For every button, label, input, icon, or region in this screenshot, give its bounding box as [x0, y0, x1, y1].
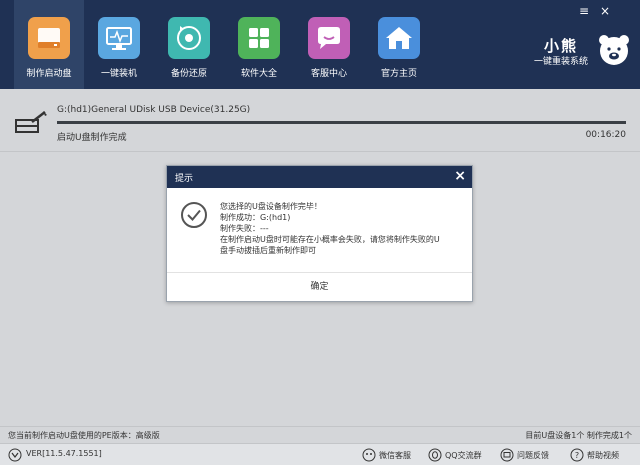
success-check-icon: [181, 202, 207, 228]
brand-title: 小熊: [543, 37, 578, 55]
nav-label: 官方主页: [380, 69, 417, 79]
dialog-title: 提示: [175, 174, 194, 184]
dialog-close-icon[interactable]: ×: [454, 168, 466, 185]
device-count-info: 目前U盘设备1个 制作完成1个: [525, 431, 632, 440]
dialog-line: 盘手动拔插后重新制作即可: [220, 246, 316, 255]
dialog-line: 您选择的U盘设备制作完毕！: [220, 202, 322, 211]
nav-item-one-click-install[interactable]: 一键装机: [84, 0, 154, 89]
chat-icon: [308, 17, 350, 59]
apps-grid-icon: [238, 17, 280, 59]
elapsed-time: 00:16:20: [585, 130, 626, 140]
progress-bar: [57, 121, 626, 124]
nav-label: 软件大全: [240, 69, 277, 79]
version-chevron-icon: [8, 448, 22, 462]
progress-panel: G:(hd1)General UDisk USB Device(31.25G) …: [0, 89, 640, 152]
menu-icon[interactable]: ≡: [577, 4, 591, 18]
wechat-icon: [362, 448, 376, 462]
pe-version-info: 您当前制作启动U盘使用的PE版本：高级版: [8, 431, 160, 440]
prompt-dialog: 提示 × 您选择的U盘设备制作完毕！ 制作成功：G:(hd1) 制作失败：---…: [166, 165, 473, 302]
qq-icon: [428, 448, 442, 462]
ok-button[interactable]: 确定: [167, 273, 472, 301]
nav-label: 客服中心: [310, 69, 347, 79]
restore-icon: [168, 17, 210, 59]
wechat-service-label: 微信客服: [379, 451, 411, 460]
nav-label: 备份还原: [170, 69, 207, 79]
feedback-label: 问题反馈: [517, 451, 549, 460]
progress-fill: [57, 121, 626, 124]
dialog-line: 制作成功：G:(hd1): [220, 213, 291, 222]
help-video-label: 帮助视频: [587, 451, 619, 460]
help-icon: ?: [570, 448, 584, 462]
brand-subtitle: 一键重装系统: [533, 57, 588, 67]
home-icon: [378, 17, 420, 59]
status-bar: VER[11.5.47.1551] 微信客服 QQ交流群 问题反馈 ? 帮助视频: [0, 443, 640, 465]
nav-item-software[interactable]: 软件大全: [224, 0, 294, 89]
nav-item-official-home[interactable]: 官方主页: [364, 0, 434, 89]
nav-item-make-boot-disk[interactable]: 制作启动盘: [14, 0, 84, 89]
info-bar: 您当前制作启动U盘使用的PE版本：高级版 目前U盘设备1个 制作完成1个: [0, 426, 640, 443]
top-header: 制作启动盘 一键装机 备份还原 软件大全 客服中心 官方主页 ≡ × 小熊 一键…: [0, 0, 640, 89]
nav-item-backup-restore[interactable]: 备份还原: [154, 0, 224, 89]
monitor-icon: [98, 17, 140, 59]
brand-logo-text: 小熊 一键重装系统: [534, 38, 588, 69]
usb-drive-icon: [15, 111, 47, 133]
progress-status: 启动U盘制作完成: [57, 133, 127, 143]
close-window-icon[interactable]: ×: [598, 4, 612, 18]
nav-label: 一键装机: [100, 69, 137, 79]
nav-item-service-center[interactable]: 客服中心: [294, 0, 364, 89]
usb-disk-icon: [28, 17, 70, 59]
device-name: G:(hd1)General UDisk USB Device(31.25G): [57, 105, 251, 115]
feedback-icon: [500, 448, 514, 462]
bear-logo-icon: [599, 35, 629, 65]
version-label: VER[11.5.47.1551]: [26, 449, 102, 458]
qq-group-label: QQ交流群: [445, 451, 482, 460]
nav-label: 制作启动盘: [26, 69, 72, 79]
dialog-header: 提示 ×: [167, 166, 472, 188]
svg-text:?: ?: [575, 451, 579, 460]
dialog-line: 在制作启动U盘时可能存在小概率会失败，请您将制作失败的U: [220, 235, 440, 244]
dialog-line: 制作失败：---: [220, 224, 269, 233]
dialog-message: 您选择的U盘设备制作完毕！ 制作成功：G:(hd1) 制作失败：--- 在制作启…: [220, 201, 460, 256]
